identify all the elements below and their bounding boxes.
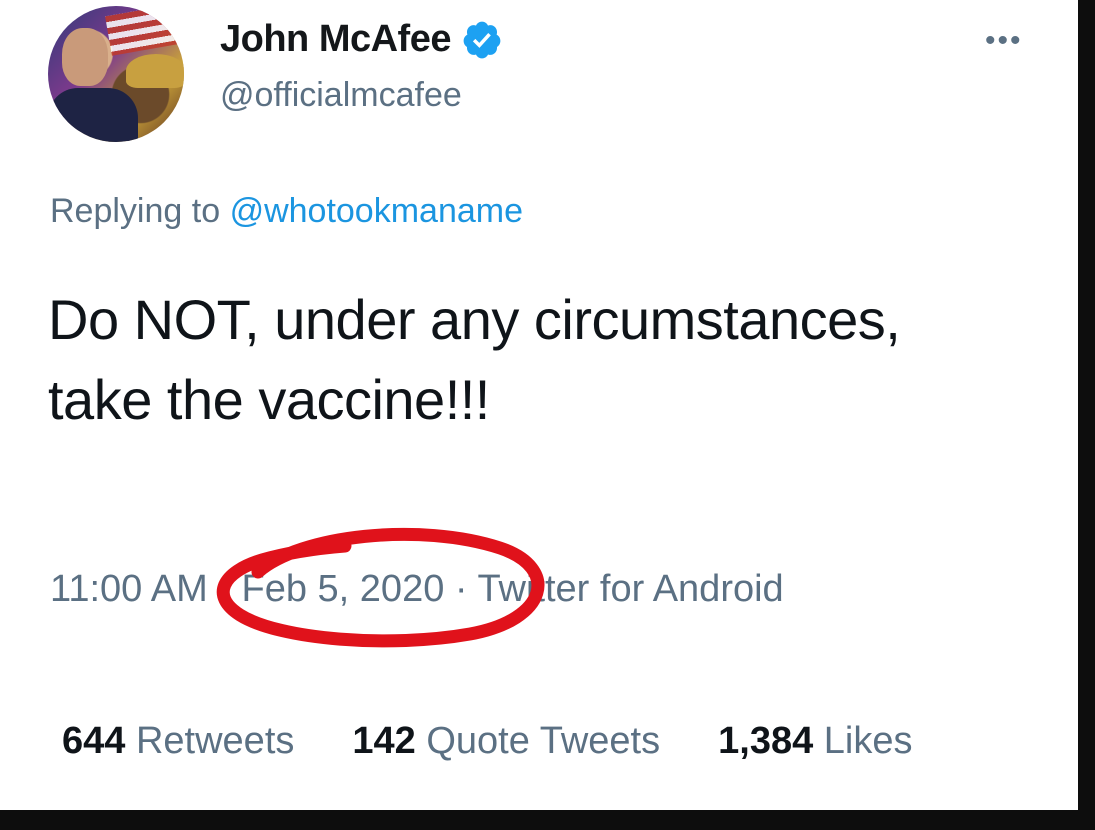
- quote-tweets-stat[interactable]: 142 Quote Tweets: [352, 720, 660, 763]
- retweets-label: Retweets: [135, 720, 295, 762]
- avatar[interactable]: [48, 6, 184, 142]
- flag-graphic: [105, 6, 181, 56]
- tweet-stats: 644 Retweets 142 Quote Tweets 1,384 Like…: [62, 720, 913, 763]
- more-options-icon[interactable]: •••: [985, 24, 1023, 58]
- quotes-label: Quote Tweets: [426, 720, 661, 762]
- meta-separator: ·: [454, 568, 468, 610]
- reply-mention-link[interactable]: @whotookmaname: [230, 192, 523, 230]
- tweet-meta: 11:00 AM · Feb 5, 2020 · Twitter for And…: [50, 568, 784, 611]
- likes-label: Likes: [823, 720, 913, 762]
- tweet-body: Do NOT, under any circumstances, take th…: [48, 288, 901, 431]
- tweet-date[interactable]: Feb 5, 2020: [242, 568, 445, 610]
- verified-badge-icon: [463, 21, 501, 58]
- retweets-count: 644: [62, 720, 126, 762]
- likes-count: 1,384: [718, 720, 814, 762]
- face-graphic: [62, 28, 108, 86]
- author-name[interactable]: John McAfee: [220, 18, 451, 61]
- tweet-source[interactable]: Twitter for Android: [477, 568, 783, 610]
- retweets-stat[interactable]: 644 Retweets: [62, 720, 294, 763]
- tweet-card: John McAfee @officialmcafee ••• Replying…: [0, 0, 1078, 810]
- quotes-count: 142: [352, 720, 416, 762]
- suit-graphic: [48, 88, 138, 142]
- author-row: John McAfee: [220, 18, 503, 61]
- tweet-time[interactable]: 11:00 AM: [50, 568, 208, 610]
- hat-graphic: [126, 54, 184, 88]
- meta-separator: ·: [218, 568, 231, 610]
- replying-prefix: Replying to: [50, 192, 221, 230]
- replying-to-line: Replying to @whotookmaname: [50, 192, 523, 231]
- author-handle[interactable]: @officialmcafee: [220, 76, 462, 115]
- likes-stat[interactable]: 1,384 Likes: [718, 720, 912, 763]
